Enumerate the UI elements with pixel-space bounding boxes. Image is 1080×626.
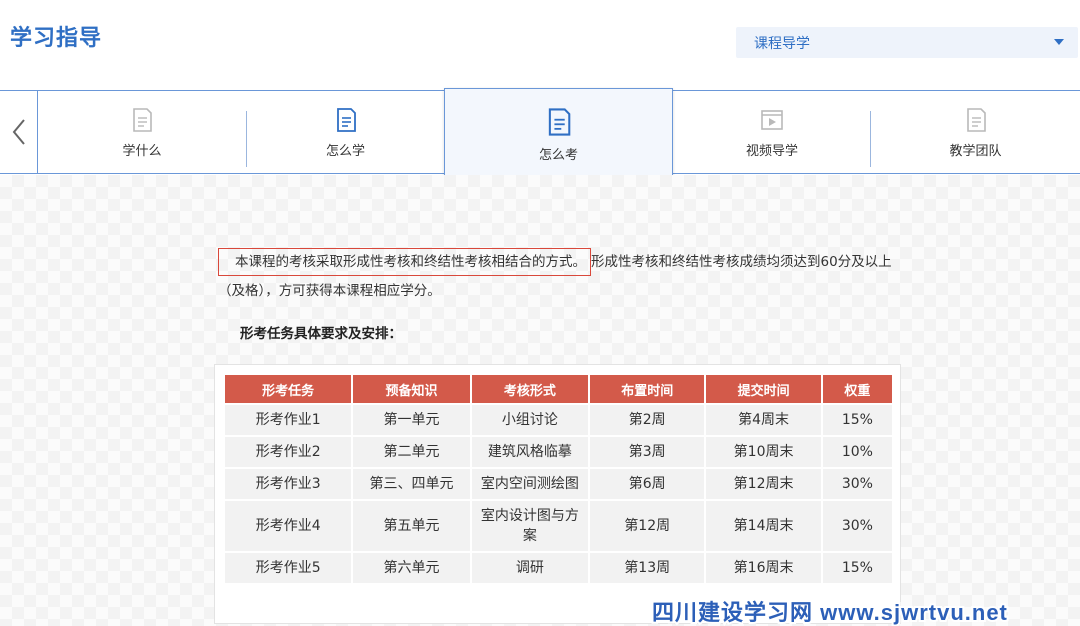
column-header: 预备知识 <box>353 375 470 403</box>
tab-what-to-learn[interactable]: 学什么 <box>38 91 246 173</box>
column-header: 考核形式 <box>471 375 589 403</box>
tab-teaching-team[interactable]: 教学团队 <box>871 91 1080 173</box>
page-title: 学习指导 <box>10 26 103 51</box>
tab-label: 教学团队 <box>949 143 1002 159</box>
table-cell: 第13周 <box>590 553 705 583</box>
table-cell: 第二单元 <box>353 437 470 467</box>
table-cell: 30% <box>822 501 892 551</box>
table-cell: 第五单元 <box>353 501 470 551</box>
course-select-value: 课程导学 <box>754 35 810 52</box>
table-cell: 形考作业5 <box>225 553 352 583</box>
table-row: 形考作业5 第六单元 调研 第13周 第16周末 15% <box>225 553 892 583</box>
table-row: 形考作业3 第三、四单元 室内空间测绘图 第6周 第12周末 30% <box>225 469 892 499</box>
column-header: 布置时间 <box>590 375 705 403</box>
tab-label: 学什么 <box>122 143 162 159</box>
prev-arrow-button[interactable] <box>0 91 38 173</box>
table-cell: 建筑风格临摹 <box>471 437 589 467</box>
tab-bar: 学什么 怎么学 怎么考 视频导学 教学团队 <box>0 88 1080 180</box>
caret-down-icon <box>1054 39 1064 45</box>
table-cell: 30% <box>822 469 892 499</box>
table-cell: 15% <box>822 553 892 583</box>
table-cell: 第10周末 <box>706 437 821 467</box>
video-icon <box>761 109 783 130</box>
column-header: 形考任务 <box>225 375 352 403</box>
table-cell: 形考作业3 <box>225 469 352 499</box>
course-select[interactable]: 课程导学 <box>736 27 1078 58</box>
table-cell: 15% <box>822 405 892 435</box>
table-row: 形考作业2 第二单元 建筑风格临摹 第3周 第10周末 10% <box>225 437 892 467</box>
table-cell: 第12周 <box>590 501 705 551</box>
watermark: 四川建设学习网 www.sjwrtvu.net <box>650 598 1009 626</box>
table-cell: 第一单元 <box>353 405 470 435</box>
chevron-left-icon <box>12 119 25 145</box>
table-cell: 形考作业2 <box>225 437 352 467</box>
table-cell: 室内空间测绘图 <box>471 469 589 499</box>
table-row: 形考作业1 第一单元 小组讨论 第2周 第4周末 15% <box>225 405 892 435</box>
table-cell: 小组讨论 <box>471 405 589 435</box>
tab-how-to-test[interactable]: 怎么考 <box>444 88 673 180</box>
doc-icon <box>548 107 570 136</box>
assessment-table: 形考任务 预备知识 考核形式 布置时间 提交时间 权重 形考作业1 第一单元 小… <box>223 373 894 585</box>
table-row: 形考作业4 第五单元 室内设计图与方案 第12周 第14周末 30% <box>225 501 892 551</box>
table-cell: 第3周 <box>590 437 705 467</box>
table-header-row: 形考任务 预备知识 考核形式 布置时间 提交时间 权重 <box>225 375 892 403</box>
assessment-table-container: 形考任务 预备知识 考核形式 布置时间 提交时间 权重 形考作业1 第一单元 小… <box>214 364 901 624</box>
table-cell: 形考作业4 <box>225 501 352 551</box>
table-cell: 第16周末 <box>706 553 821 583</box>
table-cell: 室内设计图与方案 <box>471 501 589 551</box>
intro-paragraph: 本课程的考核采取形成性考核和终结性考核相结合的方式。 形成性考核和终结性考核成绩均… <box>218 248 918 306</box>
table-cell: 第2周 <box>590 405 705 435</box>
tab-label: 视频导学 <box>745 143 798 159</box>
tab-label: 怎么考 <box>538 147 578 163</box>
section-subheading: 形考任务具体要求及安排： <box>240 326 402 342</box>
doc-icon <box>966 107 986 132</box>
table-cell: 第14周末 <box>706 501 821 551</box>
tab-how-to-learn[interactable]: 怎么学 <box>247 91 444 173</box>
highlighted-sentence: 本课程的考核采取形成性考核和终结性考核相结合的方式。 <box>218 248 591 276</box>
table-cell: 第12周末 <box>706 469 821 499</box>
table-cell: 第六单元 <box>353 553 470 583</box>
table-cell: 调研 <box>471 553 589 583</box>
table-cell: 第6周 <box>590 469 705 499</box>
tab-label: 怎么学 <box>325 143 365 159</box>
tab-video-guide[interactable]: 视频导学 <box>674 91 870 173</box>
doc-icon <box>336 107 356 132</box>
table-cell: 10% <box>822 437 892 467</box>
table-cell: 形考作业1 <box>225 405 352 435</box>
column-header: 提交时间 <box>706 375 821 403</box>
table-cell: 第4周末 <box>706 405 821 435</box>
column-header: 权重 <box>822 375 892 403</box>
doc-icon <box>133 107 152 132</box>
table-cell: 第三、四单元 <box>353 469 470 499</box>
